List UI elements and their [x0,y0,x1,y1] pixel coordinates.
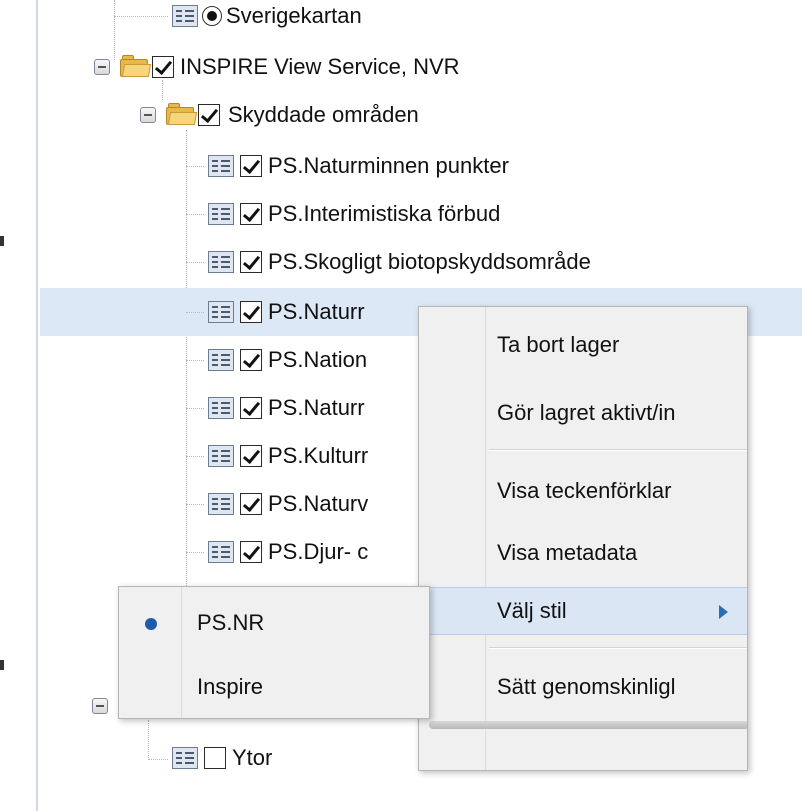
tree-item-label: PS.Interimistiska förbud [268,201,501,226]
tree-item-label: Sverigekartan [226,3,362,28]
panel-divider [36,0,38,811]
selected-dot-icon [145,618,157,630]
splitter-mark [0,236,4,246]
layer-context-menu: Ta bort lager Gör lagret aktivt/in Visa … [418,306,748,771]
layer-icon [172,5,198,27]
tree-guide-line [186,214,204,215]
menu-separator [489,647,747,649]
menu-item-label: Gör lagret aktivt/in [497,400,676,425]
layer-icon [208,155,234,177]
tree-item-layer[interactable]: PS.Naturminnen punkter [40,142,802,190]
menu-item-set-transparency[interactable]: Sätt genomskinligl [419,663,747,711]
layer-icon [172,747,198,769]
collapse-icon[interactable] [140,107,156,123]
layer-checkbox[interactable] [152,56,174,78]
tree-item-label: PS.Naturr [268,395,365,420]
collapse-icon[interactable] [94,59,110,75]
layer-checkbox[interactable] [240,301,262,323]
layer-icon [208,541,234,563]
layer-icon [208,349,234,371]
menu-item-remove-layer[interactable]: Ta bort lager [419,321,747,369]
style-option-label: Inspire [197,674,264,699]
style-submenu: PS.NR Inspire [118,586,430,719]
menu-item-choose-style[interactable]: Välj stil [429,587,747,635]
tree-item-label: Ytor [232,745,273,770]
tree-guide-line [186,456,204,457]
style-option-psnr[interactable]: PS.NR [119,599,431,647]
folder-open-icon [120,54,152,78]
tree-item-label: PS.Naturr [268,299,365,324]
splitter-mark [0,660,4,670]
tree-item-label: PS.Kulturr [268,443,369,468]
menu-item-label: Välj stil [497,598,567,623]
tree-item-layer[interactable]: PS.Skogligt biotopskyddsområde [40,238,802,286]
style-option-label: PS.NR [197,610,265,635]
menu-item-label: Visa teckenförklar [497,478,672,503]
menu-item-show-metadata[interactable]: Visa metadata [419,529,747,577]
menu-item-label: Ta bort lager [497,332,620,357]
slider-track[interactable] [429,721,747,729]
layer-icon [208,493,234,515]
layer-icon [208,251,234,273]
folder-open-icon [166,102,198,126]
menu-separator [489,449,747,451]
tree-item-label: Skyddade områden [228,102,419,127]
submenu-arrow-icon [719,605,728,619]
layer-checkbox[interactable] [240,155,262,177]
tree-item-inspire-view-service[interactable]: INSPIRE View Service, NVR [40,44,802,92]
layer-checkbox[interactable] [240,251,262,273]
tree-guide-line [186,504,204,505]
layer-icon [208,445,234,467]
tree-guide-line [186,262,204,263]
layer-checkbox[interactable] [240,397,262,419]
menu-item-label: Visa metadata [497,540,638,565]
tree-item-skyddade-omraden[interactable]: Skyddade områden [40,92,802,140]
layer-checkbox[interactable] [240,349,262,371]
menu-item-toggle-active[interactable]: Gör lagret aktivt/in [419,389,747,437]
tree-guide-line [186,312,204,313]
tree-item-label: INSPIRE View Service, NVR [180,54,460,79]
layer-checkbox[interactable] [240,493,262,515]
layer-icon [208,203,234,225]
menu-item-show-legend[interactable]: Visa teckenförklar [419,467,747,515]
layer-checkbox[interactable] [240,541,262,563]
collapse-icon[interactable] [92,698,108,714]
layer-icon [208,301,234,323]
tree-guide-line [186,360,204,361]
tree-item-label: PS.Naturminnen punkter [268,153,509,178]
tree-item-label: PS.Djur- c [268,539,369,564]
layer-checkbox[interactable] [204,747,226,769]
menu-item-label: Sätt genomskinligl [497,674,676,699]
tree-guide-line [114,16,168,17]
layer-checkbox[interactable] [198,104,220,126]
layer-checkbox[interactable] [240,203,262,225]
tree-guide-line [186,408,204,409]
layer-checkbox[interactable] [240,445,262,467]
radio-button[interactable] [202,6,222,26]
tree-guide-line [186,552,204,553]
left-panel-border [0,0,40,811]
style-option-inspire[interactable]: Inspire [119,663,431,711]
tree-item-label: PS.Skogligt biotopskyddsområde [268,249,591,274]
tree-item-layer[interactable]: PS.Interimistiska förbud [40,190,802,238]
tree-item-label: PS.Nation [268,347,368,372]
tree-item-label: PS.Naturv [268,491,369,516]
layer-icon [208,397,234,419]
tree-guide-line [186,166,204,167]
tree-item-sverigekartan[interactable]: Sverigekartan [40,0,802,40]
